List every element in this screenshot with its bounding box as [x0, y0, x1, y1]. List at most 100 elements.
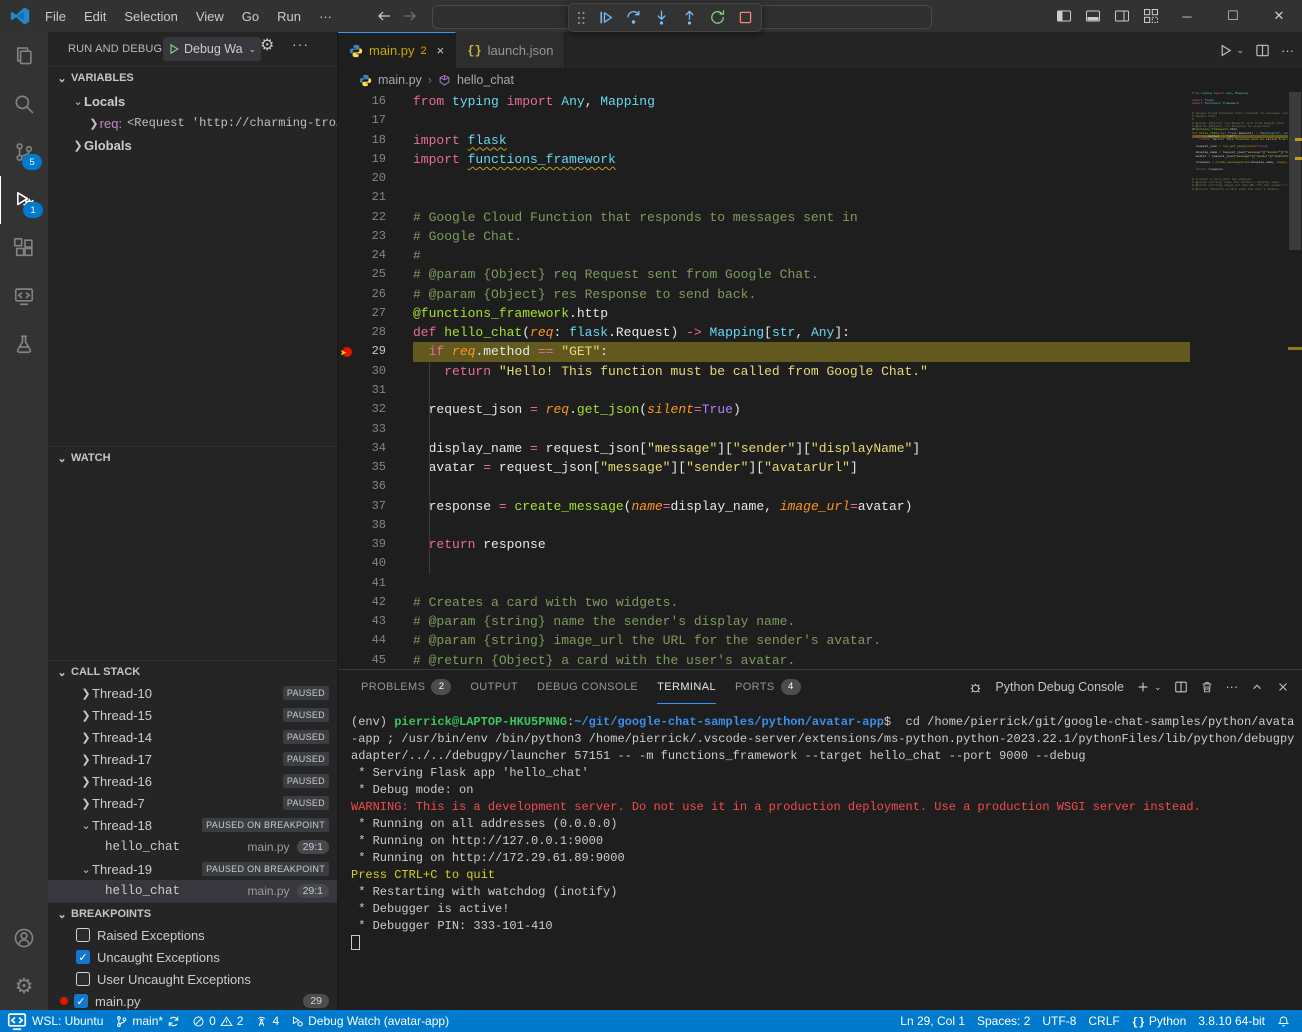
- toggle-sidebar-icon[interactable]: [1056, 8, 1072, 24]
- menu-file[interactable]: File: [36, 6, 75, 27]
- panel-tab-ports[interactable]: PORTS4: [735, 670, 801, 704]
- activity-remote-explorer[interactable]: [0, 272, 48, 320]
- breakpoint-gutter[interactable]: [338, 285, 360, 304]
- breakpoint-row[interactable]: ✓Uncaught Exceptions: [48, 946, 337, 968]
- breakpoint-gutter[interactable]: [338, 651, 360, 670]
- split-editor-icon[interactable]: [1255, 43, 1270, 58]
- menu-view[interactable]: View: [187, 6, 233, 27]
- watch-section-header[interactable]: ⌄ WATCH: [48, 446, 337, 469]
- minimap[interactable]: from typing import Any, Mappingimport fl…: [1192, 92, 1288, 670]
- restart-icon[interactable]: [709, 9, 726, 26]
- breakpoint-gutter[interactable]: ➤: [338, 342, 360, 361]
- breakpoint-checkbox[interactable]: [76, 928, 90, 942]
- breakpoint-gutter[interactable]: [338, 304, 360, 323]
- statusbar-encoding[interactable]: UTF-8: [1036, 1010, 1082, 1032]
- variable-req-row[interactable]: ❯ req: <Request 'http://charming-tro…: [48, 112, 337, 134]
- activity-explorer[interactable]: [0, 32, 48, 80]
- menu-edit[interactable]: Edit: [75, 6, 115, 27]
- breadcrumb-symbol[interactable]: hello_chat: [457, 73, 514, 87]
- terminal-dropdown-chevron-icon[interactable]: ⌄: [1154, 682, 1162, 693]
- breakpoint-gutter[interactable]: [338, 439, 360, 458]
- statusbar-remote-indicator[interactable]: WSL: Ubuntu: [0, 1010, 109, 1032]
- breakpoint-gutter[interactable]: [338, 497, 360, 516]
- statusbar-problems[interactable]: 02: [186, 1010, 249, 1032]
- breakpoint-gutter[interactable]: [338, 92, 360, 111]
- breakpoint-gutter[interactable]: [338, 458, 360, 477]
- breakpoint-gutter[interactable]: [338, 554, 360, 573]
- callstack-frame[interactable]: hello_chatmain.py29:1: [48, 880, 337, 902]
- stop-icon[interactable]: [737, 9, 754, 26]
- breakpoint-row[interactable]: Raised Exceptions: [48, 924, 337, 946]
- activity-search[interactable]: [0, 80, 48, 128]
- variables-section-header[interactable]: ⌄ VARIABLES: [48, 66, 337, 89]
- drag-grip-icon[interactable]: [576, 10, 586, 26]
- breakpoint-gutter[interactable]: [338, 208, 360, 227]
- breakpoint-gutter[interactable]: [338, 477, 360, 496]
- breakpoint-checkbox[interactable]: ✓: [74, 994, 88, 1008]
- maximize-panel-icon[interactable]: [1250, 680, 1264, 694]
- statusbar-language-mode[interactable]: {}Python: [1126, 1010, 1193, 1032]
- scrollbar-thumb[interactable]: [1289, 92, 1301, 250]
- breakpoint-gutter[interactable]: [338, 227, 360, 246]
- breakpoint-gutter[interactable]: [338, 265, 360, 284]
- breakpoint-gutter[interactable]: [338, 574, 360, 593]
- statusbar-python-version[interactable]: 3.8.10 64-bit: [1192, 1010, 1271, 1032]
- step-into-icon[interactable]: [653, 9, 670, 26]
- callstack-thread[interactable]: ⌄Thread-18PAUSED ON BREAKPOINT: [48, 814, 337, 836]
- breakpoint-gutter[interactable]: [338, 246, 360, 265]
- toggle-panel-icon[interactable]: [1085, 8, 1101, 24]
- callstack-thread[interactable]: ❯Thread-7PAUSED: [48, 792, 337, 814]
- statusbar-debug-status[interactable]: Debug Watch (avatar-app): [285, 1010, 455, 1032]
- breakpoint-gutter[interactable]: [338, 150, 360, 169]
- callstack-thread[interactable]: ❯Thread-16PAUSED: [48, 770, 337, 792]
- breakpoint-gutter[interactable]: [338, 362, 360, 381]
- statusbar-ports[interactable]: 4: [249, 1010, 285, 1032]
- callstack-frame[interactable]: hello_chatmain.py29:1: [48, 836, 337, 858]
- callstack-thread[interactable]: ❯Thread-17PAUSED: [48, 748, 337, 770]
- editor-more-actions-icon[interactable]: ···: [1281, 43, 1294, 58]
- callstack-thread[interactable]: ❯Thread-15PAUSED: [48, 704, 337, 726]
- breakpoint-gutter[interactable]: [338, 535, 360, 554]
- breakpoint-row[interactable]: ✓main.py29: [48, 990, 337, 1012]
- run-python-file-icon[interactable]: [1218, 43, 1233, 58]
- tab-launch.json[interactable]: {}launch.json: [456, 32, 565, 68]
- continue-icon[interactable]: [597, 9, 614, 26]
- step-over-icon[interactable]: [625, 9, 642, 26]
- run-dropdown-chevron-icon[interactable]: ⌄: [1236, 45, 1244, 56]
- tab-main.py[interactable]: main.py2×: [338, 32, 456, 68]
- statusbar-notifications[interactable]: [1271, 1010, 1296, 1032]
- customize-layout-icon[interactable]: [1143, 8, 1159, 24]
- new-terminal-icon[interactable]: [1136, 680, 1150, 694]
- panel-tab-problems[interactable]: PROBLEMS2: [361, 670, 451, 704]
- launch-config-dropdown[interactable]: Debug Wa ⌄: [163, 37, 261, 61]
- breakpoint-gutter[interactable]: [338, 516, 360, 535]
- debug-settings-gear-icon[interactable]: ⚙: [260, 38, 274, 54]
- close-panel-icon[interactable]: [1276, 680, 1290, 694]
- menu-run[interactable]: Run: [268, 6, 310, 27]
- breakpoint-gutter[interactable]: [338, 169, 360, 188]
- console-selector[interactable]: Python Debug Console: [995, 680, 1124, 694]
- breakpoint-gutter[interactable]: [338, 381, 360, 400]
- breakpoint-gutter[interactable]: [338, 612, 360, 631]
- panel-tab-debug-console[interactable]: DEBUG CONSOLE: [537, 670, 638, 704]
- panel-more-actions-icon[interactable]: ···: [1226, 680, 1239, 694]
- breakpoint-gutter[interactable]: [338, 188, 360, 207]
- breakpoint-gutter[interactable]: [338, 593, 360, 612]
- code-editor[interactable]: 16from typing import Any, Mapping1718imp…: [338, 92, 1302, 670]
- callstack-thread[interactable]: ⌄Thread-19PAUSED ON BREAKPOINT: [48, 858, 337, 880]
- breakpoint-gutter[interactable]: [338, 420, 360, 439]
- breakpoint-gutter[interactable]: [338, 400, 360, 419]
- activity-settings[interactable]: ⚙: [0, 962, 48, 1010]
- menu-selection[interactable]: Selection: [115, 6, 186, 27]
- minimize-button[interactable]: ─: [1164, 0, 1210, 32]
- statusbar-branch[interactable]: main*: [109, 1010, 186, 1032]
- breakpoint-gutter[interactable]: [338, 131, 360, 150]
- menu-go[interactable]: Go: [233, 6, 268, 27]
- sidebar-more-actions-icon[interactable]: ···: [292, 36, 309, 52]
- kill-terminal-icon[interactable]: [1200, 680, 1214, 694]
- activity-source-control[interactable]: 5: [0, 128, 48, 176]
- split-terminal-icon[interactable]: [1174, 680, 1188, 694]
- forward-arrow-icon[interactable]: [402, 8, 418, 24]
- activity-accounts[interactable]: [0, 914, 48, 962]
- call-stack-section-header[interactable]: ⌄ CALL STACK: [48, 660, 337, 683]
